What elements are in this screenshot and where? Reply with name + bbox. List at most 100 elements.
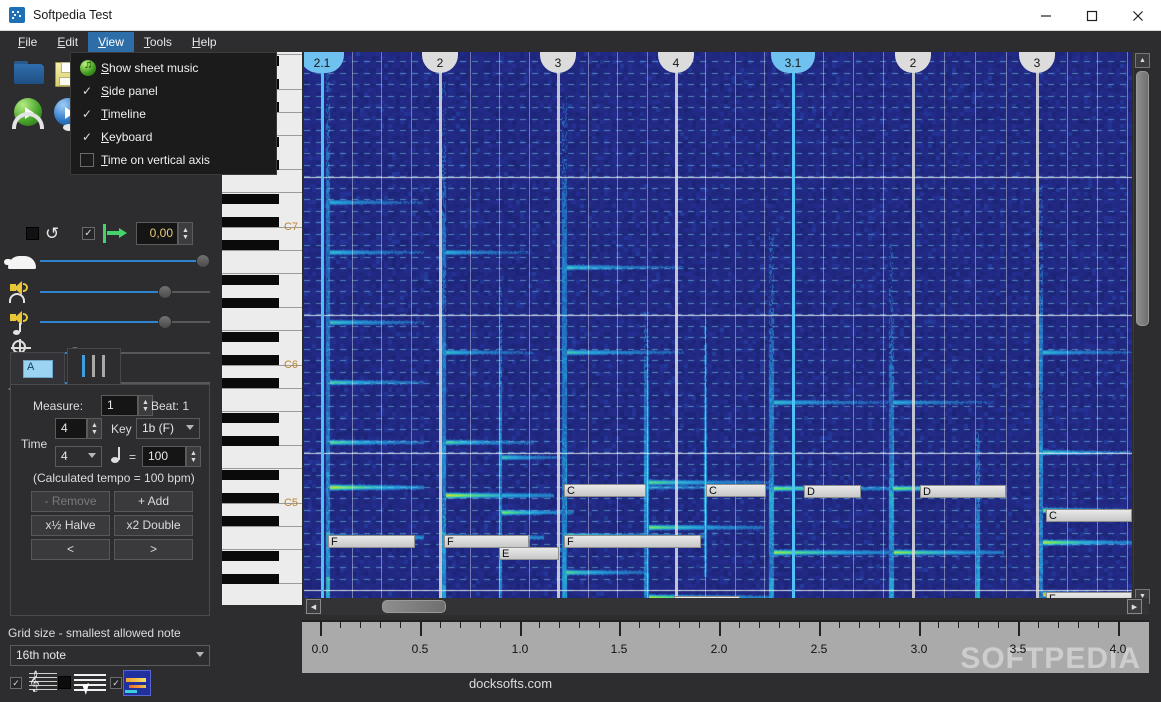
position-field[interactable]: 0,00 bbox=[136, 222, 178, 245]
black-key[interactable] bbox=[222, 436, 279, 446]
horizontal-scrollbar[interactable]: ◀ ▶ bbox=[304, 598, 1149, 615]
black-key[interactable] bbox=[222, 516, 279, 526]
measure-label: Measure: bbox=[33, 399, 83, 413]
bpm-field[interactable]: 100 bbox=[142, 446, 186, 467]
prev-measure-button[interactable]: < bbox=[31, 539, 110, 560]
black-key[interactable] bbox=[222, 551, 279, 561]
black-key[interactable] bbox=[222, 413, 279, 423]
beat-line bbox=[764, 52, 765, 605]
position-stepper[interactable]: ▲▼ bbox=[178, 222, 193, 245]
beat-line bbox=[617, 52, 618, 605]
timeline-marker[interactable]: 3 bbox=[540, 52, 576, 73]
white-key[interactable] bbox=[222, 584, 302, 605]
add-button[interactable]: + Add bbox=[114, 491, 193, 512]
chevron-down-icon bbox=[186, 425, 194, 430]
key-combo[interactable]: 1b (F) bbox=[136, 418, 200, 439]
timeline-marker[interactable]: 2 bbox=[422, 52, 458, 73]
black-key[interactable] bbox=[222, 217, 279, 227]
spectrogram-view[interactable]: 2.12343.123FFECFCCDDDDECF bbox=[304, 52, 1132, 605]
beat-line bbox=[529, 52, 530, 605]
grid-size-combo[interactable]: 16th note bbox=[10, 645, 210, 666]
menu-help[interactable]: Help bbox=[182, 32, 227, 52]
halve-button[interactable]: x½ Halve bbox=[31, 515, 110, 536]
key-label: Key bbox=[111, 422, 132, 436]
black-key[interactable] bbox=[222, 470, 279, 480]
next-measure-button[interactable]: > bbox=[114, 539, 193, 560]
horizontal-scroll-thumb[interactable] bbox=[382, 600, 446, 613]
menu-time-vertical-axis[interactable]: Time on vertical axis bbox=[71, 148, 276, 171]
black-key[interactable] bbox=[222, 574, 279, 584]
timeline-marker[interactable]: 3.1 bbox=[771, 52, 815, 73]
black-key[interactable] bbox=[222, 378, 279, 388]
loop-checkbox[interactable]: ✓ bbox=[82, 227, 95, 240]
tab-bars[interactable] bbox=[67, 348, 121, 384]
black-key[interactable] bbox=[222, 332, 279, 342]
white-key[interactable] bbox=[222, 251, 302, 274]
menu-edit[interactable]: Edit bbox=[47, 32, 88, 52]
white-key[interactable] bbox=[222, 527, 302, 550]
check-mark-icon: ✓ bbox=[77, 82, 97, 99]
note-block[interactable]: C bbox=[564, 484, 646, 497]
minimize-button[interactable] bbox=[1023, 0, 1069, 31]
stop-icon[interactable] bbox=[26, 227, 39, 240]
vertical-scroll-thumb[interactable] bbox=[1136, 71, 1149, 326]
ruler-tick-major bbox=[1118, 620, 1120, 636]
key-label-c6: C6 bbox=[284, 359, 298, 371]
tempo-slider[interactable] bbox=[40, 251, 210, 271]
time-denominator-combo[interactable]: 4 bbox=[55, 446, 102, 467]
tab-sheet[interactable] bbox=[10, 352, 65, 384]
vertical-scrollbar[interactable]: ▲ ▼ bbox=[1133, 52, 1150, 605]
menu-keyboard[interactable]: ✓ Keyboard bbox=[71, 125, 276, 148]
bpm-stepper[interactable]: ▲▼ bbox=[186, 446, 201, 467]
time-numerator-field[interactable]: 4 bbox=[55, 418, 87, 439]
time-denominator-value: 4 bbox=[61, 449, 68, 463]
white-key[interactable] bbox=[222, 446, 302, 469]
white-key[interactable] bbox=[222, 308, 302, 331]
note-block[interactable]: F bbox=[328, 535, 415, 548]
beat-line bbox=[1006, 52, 1007, 605]
menu-show-sheet-music[interactable]: Show sheet music bbox=[71, 56, 276, 79]
view-dropdown-menu[interactable]: Show sheet music ✓ Side panel ✓ Timeline… bbox=[70, 52, 277, 175]
note-block[interactable]: C bbox=[1046, 509, 1132, 522]
note-block[interactable]: C bbox=[706, 484, 766, 497]
timeline-marker[interactable]: 2.1 bbox=[304, 52, 344, 73]
note-block[interactable]: E bbox=[499, 547, 559, 560]
scroll-up-button[interactable]: ▲ bbox=[1135, 53, 1150, 68]
menu-view[interactable]: View bbox=[88, 32, 134, 52]
application-window: Softpedia Test FFileile Edit View Tools … bbox=[0, 0, 1161, 702]
black-key[interactable] bbox=[222, 493, 279, 503]
midi-volume-slider[interactable] bbox=[40, 312, 210, 332]
loop-icon[interactable]: ↺ bbox=[45, 224, 65, 243]
timeline-marker[interactable]: 3 bbox=[1019, 52, 1055, 73]
scroll-left-button[interactable]: ◀ bbox=[306, 599, 321, 614]
double-button[interactable]: x2 Double bbox=[114, 515, 193, 536]
maximize-button[interactable] bbox=[1069, 0, 1115, 31]
note-block[interactable]: D bbox=[804, 485, 861, 498]
scroll-right-button[interactable]: ▶ bbox=[1127, 599, 1142, 614]
timeline-marker[interactable]: 4 bbox=[658, 52, 694, 73]
play-with-headphones-icon[interactable] bbox=[12, 98, 46, 132]
close-button[interactable] bbox=[1115, 0, 1161, 31]
jump-to-start-icon[interactable] bbox=[103, 224, 127, 243]
black-key[interactable] bbox=[222, 194, 279, 204]
time-numerator-stepper[interactable]: ▲▼ bbox=[87, 418, 102, 439]
menu-timeline[interactable]: ✓ Timeline bbox=[71, 102, 276, 125]
headphone-volume-slider[interactable] bbox=[40, 282, 210, 302]
check-mark-icon-3: ✓ bbox=[77, 128, 97, 145]
open-folder-icon[interactable] bbox=[12, 58, 46, 92]
menu-file[interactable]: FFileile bbox=[8, 32, 47, 52]
note-block[interactable]: F bbox=[564, 535, 701, 548]
black-key[interactable] bbox=[222, 275, 279, 285]
timeline-marker[interactable]: 2 bbox=[895, 52, 931, 73]
remove-button[interactable]: - Remove bbox=[31, 491, 110, 512]
black-key[interactable] bbox=[222, 355, 279, 365]
note-label: F bbox=[331, 536, 338, 548]
black-key[interactable] bbox=[222, 298, 279, 308]
note-block[interactable]: D bbox=[920, 485, 1006, 498]
ruler-tick-major bbox=[1018, 620, 1020, 636]
white-key[interactable] bbox=[222, 389, 302, 412]
menu-tools[interactable]: Tools bbox=[134, 32, 182, 52]
menu-side-panel[interactable]: ✓ Side panel bbox=[71, 79, 276, 102]
black-key[interactable] bbox=[222, 240, 279, 250]
measure-field[interactable]: 1 bbox=[101, 395, 138, 416]
